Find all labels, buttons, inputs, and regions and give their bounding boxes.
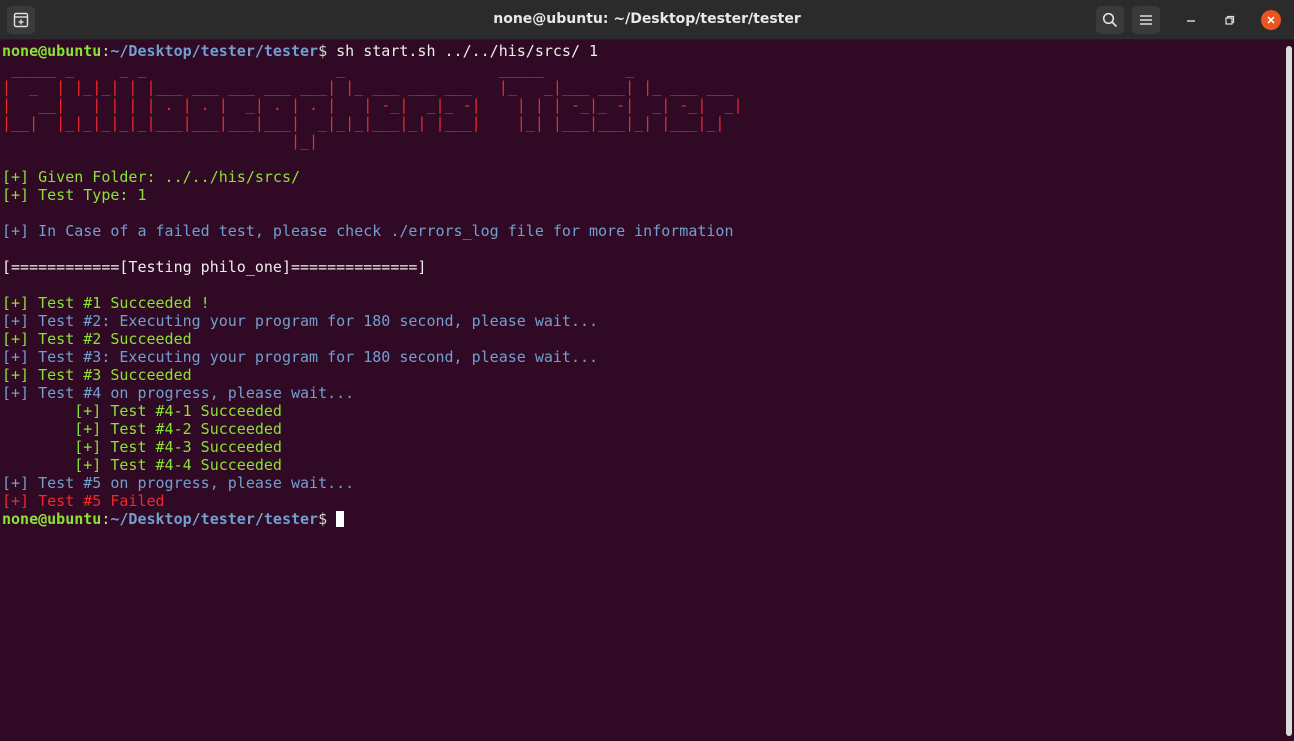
maximize-icon xyxy=(1225,15,1235,25)
close-icon xyxy=(1267,16,1275,24)
info-line: [+] In Case of a failed test, please che… xyxy=(2,222,734,240)
menu-button[interactable] xyxy=(1132,6,1160,34)
command-line: none@ubuntu:~/Desktop/tester/tester$ sh … xyxy=(2,42,598,60)
prompt-symbol: $ xyxy=(318,510,328,528)
terminal-output[interactable]: none@ubuntu:~/Desktop/tester/tester$ sh … xyxy=(0,41,1282,741)
new-tab-button[interactable] xyxy=(7,6,35,34)
test-result-line: [+] Test #3 Succeeded xyxy=(2,366,192,384)
ascii-banner-line: |__| |_|_|_|_|_|___|___|___|___| _|_|_|_… xyxy=(2,114,743,132)
typed-command: sh start.sh ../../his/srcs/ 1 xyxy=(327,42,599,60)
active-prompt-line[interactable]: none@ubuntu:~/Desktop/tester/tester$ xyxy=(2,510,345,528)
given-folder-line: [+] Given Folder: ../../his/srcs/ xyxy=(2,168,301,186)
subtest-result-line: [+] Test #4-1 Succeeded xyxy=(2,402,282,420)
minimize-button[interactable] xyxy=(1181,10,1201,30)
text-cursor xyxy=(336,511,345,527)
test-result-line: [+] Test #2 Succeeded xyxy=(2,330,192,348)
test-status-line: [+] Test #5 on progress, please wait... xyxy=(2,474,355,492)
subtest-result-line: [+] Test #4-4 Succeeded xyxy=(2,456,282,474)
subtest-result-line: [+] Test #4-2 Succeeded xyxy=(2,420,282,438)
test-type-line: [+] Test Type: 1 xyxy=(2,186,147,204)
maximize-button[interactable] xyxy=(1220,10,1240,30)
subtest-result-line: [+] Test #4-3 Succeeded xyxy=(2,438,282,456)
ascii-banner-line: | _ | |_|_| | |___ ___ ___ ___ ___| |_ _… xyxy=(2,78,743,96)
new-tab-icon xyxy=(13,12,29,28)
ascii-banner-line: |_| xyxy=(2,132,743,150)
prompt-path: ~/Desktop/tester/tester xyxy=(110,510,319,528)
prompt-symbol: $ xyxy=(318,42,328,60)
hamburger-menu-icon xyxy=(1140,15,1152,25)
minimize-icon xyxy=(1187,20,1195,22)
ascii-banner-line: _____ _ _ _ _ _____ _ xyxy=(2,60,743,78)
section-header: [============[Testing philo_one]========… xyxy=(2,258,427,276)
test-failed-line: [+] Test #5 Failed xyxy=(2,492,165,510)
scrollbar[interactable] xyxy=(1286,46,1292,736)
terminal-window: none@ubuntu: ~/Desktop/tester/tester non… xyxy=(0,0,1294,741)
test-status-line: [+] Test #3: Executing your program for … xyxy=(2,348,599,366)
close-button[interactable] xyxy=(1261,10,1281,30)
title-bar: none@ubuntu: ~/Desktop/tester/tester xyxy=(0,0,1294,40)
prompt-user-host: none@ubuntu xyxy=(2,42,102,60)
search-icon xyxy=(1102,12,1118,28)
ascii-banner-line: | __| | | | | . | . | _| . | . | | -_| _… xyxy=(2,96,743,114)
test-result-line: [+] Test #1 Succeeded ! xyxy=(2,294,210,312)
test-status-line: [+] Test #2: Executing your program for … xyxy=(2,312,599,330)
prompt-user-host: none@ubuntu xyxy=(2,510,102,528)
search-button[interactable] xyxy=(1096,6,1124,34)
test-status-line: [+] Test #4 on progress, please wait... xyxy=(2,384,355,402)
prompt-path: ~/Desktop/tester/tester xyxy=(110,42,319,60)
